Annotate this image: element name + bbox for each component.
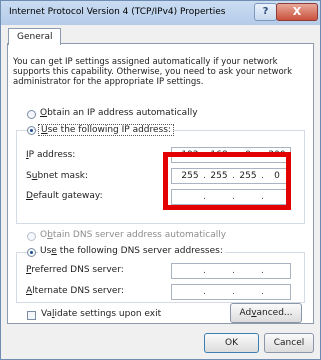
label-text: lternate DNS server: [32,286,125,296]
label-text: tain DNS server address automatically [52,230,227,240]
use-following-ip-radio[interactable] [27,126,36,135]
label-text: the following DNS server addresses: [56,246,223,256]
use-following-dns-radio[interactable] [27,248,36,257]
label-text: referred DNS server: [31,265,124,275]
alternate-dns-input[interactable]: . . . [171,284,291,300]
help-button[interactable]: ? [254,3,277,21]
separator: . [232,266,235,276]
use-following-ip-label[interactable]: Use the following IP address: [38,124,174,136]
separator: . [203,287,206,297]
label-text: efault gateway: [32,191,103,201]
label-text: Us [40,246,52,256]
label-text: Ad [239,308,252,318]
separator: . [261,287,264,297]
use-following-dns-label[interactable]: Use the following DNS server addresses: [38,246,225,256]
label-text: Va [41,309,52,319]
title-bar[interactable]: Internet Protocol Version 4 (TCP/IPv4) P… [1,1,320,25]
obtain-ip-auto-radio[interactable] [27,110,36,119]
intro-text: You can get IP settings assigned automat… [13,57,293,87]
separator: . [261,266,264,276]
validate-checkbox[interactable] [27,311,36,320]
mnemonic: U [41,125,48,135]
ip-address-label: IP address: [26,150,75,160]
obtain-dns-auto-label[interactable]: Obtain DNS server address automatically [40,230,226,240]
ipv4-properties-dialog: Internet Protocol Version 4 (TCP/IPv4) P… [0,0,321,360]
subnet-mask-label: Subnet mask: [26,171,88,181]
obtain-dns-auto-radio[interactable] [27,232,36,241]
label-text: idate settings upon exit [54,309,162,319]
mnemonic: D [26,191,33,201]
tab-general[interactable]: General [8,28,62,45]
label-text: anced... [256,308,293,318]
close-icon: X [292,5,302,18]
label-text: se the following IP address: [47,125,171,135]
dialog-title: Internet Protocol Version 4 (TCP/IPv4) P… [9,7,226,17]
red-highlight-box [163,152,291,210]
cancel-button[interactable]: Cancel [264,333,314,353]
help-icon: ? [262,6,269,17]
separator: . [232,287,235,297]
ok-button[interactable]: OK [204,333,259,353]
validate-label[interactable]: Validate settings upon exit [41,309,161,319]
obtain-ip-auto-label[interactable]: Obtain an IP address automatically [40,108,198,118]
label-text: bnet mask: [37,171,88,181]
alternate-dns-label: Alternate DNS server: [26,286,124,296]
preferred-dns-label: Preferred DNS server: [26,265,124,275]
preferred-dns-input[interactable]: . . . [171,263,291,279]
label-text: P address: [28,150,76,160]
default-gateway-label: Default gateway: [26,191,103,201]
separator: . [203,266,206,276]
label-text: btain an IP address automatically [47,108,198,118]
advanced-button[interactable]: Advanced... [230,303,302,323]
close-button[interactable]: X [276,3,318,21]
